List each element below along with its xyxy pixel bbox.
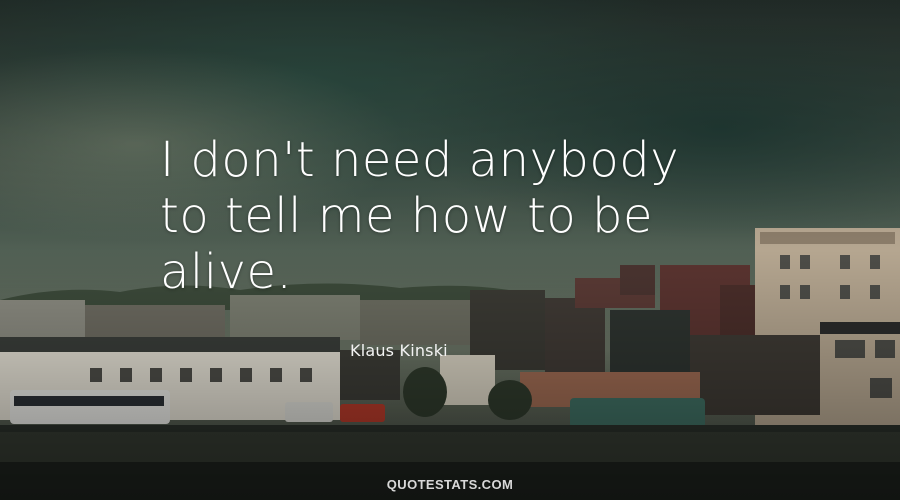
quote-line-2: to tell me how to be [160,188,654,244]
site-watermark[interactable]: QUOTESTATS.COM [0,477,900,492]
vignette [0,0,900,500]
city-skyline-background [0,0,900,500]
quote-line-3: alive. [160,244,293,300]
quote-author: Klaus Kinski [350,341,448,360]
quote-line-1: I don't need anybody [160,132,680,188]
quote-image: I don't need anybody to tell me how to b… [0,0,900,500]
